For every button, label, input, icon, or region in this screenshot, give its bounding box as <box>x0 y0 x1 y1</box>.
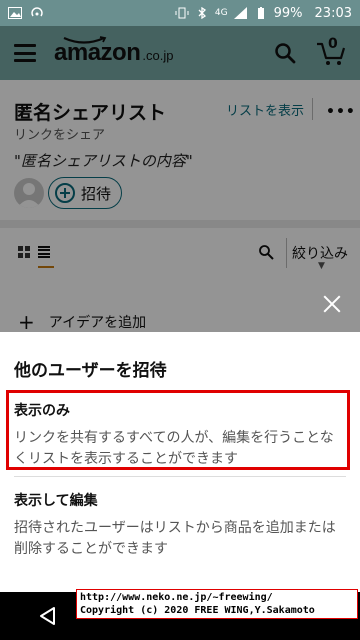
watermark-copyright: Copyright (c) 2020 FREE WING,Y.Sakamoto <box>80 605 315 616</box>
battery-percent: 99% <box>273 5 303 21</box>
option-title: 表示して編集 <box>14 493 98 509</box>
back-icon[interactable] <box>38 606 56 626</box>
option-divider <box>14 476 346 477</box>
status-right: 4G 99% 23:03 <box>175 6 352 21</box>
status-left <box>8 7 44 19</box>
option-description: 招待されたユーザーはリストから商品を追加または削除することができます <box>14 520 336 557</box>
close-icon[interactable] <box>320 292 344 316</box>
option-view-only[interactable]: 表示のみ リンクを共有するすべての人が、編集を行うことなくリストを表示することが… <box>14 400 346 470</box>
modal-backdrop[interactable] <box>0 26 360 332</box>
option-title: 表示のみ <box>14 403 70 419</box>
hotspot-icon <box>31 7 43 17</box>
option-description: リンクを共有するすべての人が、編集を行うことなくリストを表示することができます <box>14 430 334 467</box>
option-view-and-edit[interactable]: 表示して編集 招待されたユーザーはリストから商品を追加または削除することができま… <box>14 490 346 560</box>
sheet-title: 他のユーザーを招待 <box>14 361 167 381</box>
status-bar: 4G 99% 23:03 <box>0 0 360 26</box>
copyright-watermark: http://www.neko.ne.jp/~freewing/ Copyrig… <box>76 589 358 619</box>
bluetooth-icon <box>198 7 206 19</box>
clock: 23:03 <box>314 5 352 21</box>
image-icon <box>8 7 22 19</box>
invite-sheet: 他のユーザーを招待 表示のみ リンクを共有するすべての人が、編集を行うことなくリ… <box>0 332 360 592</box>
battery-icon <box>257 7 264 19</box>
watermark-url: http://www.neko.ne.jp/~freewing/ <box>80 592 273 603</box>
signal-icon <box>233 7 247 19</box>
vibrate-icon <box>175 7 189 19</box>
network-type: 4G <box>214 8 228 18</box>
